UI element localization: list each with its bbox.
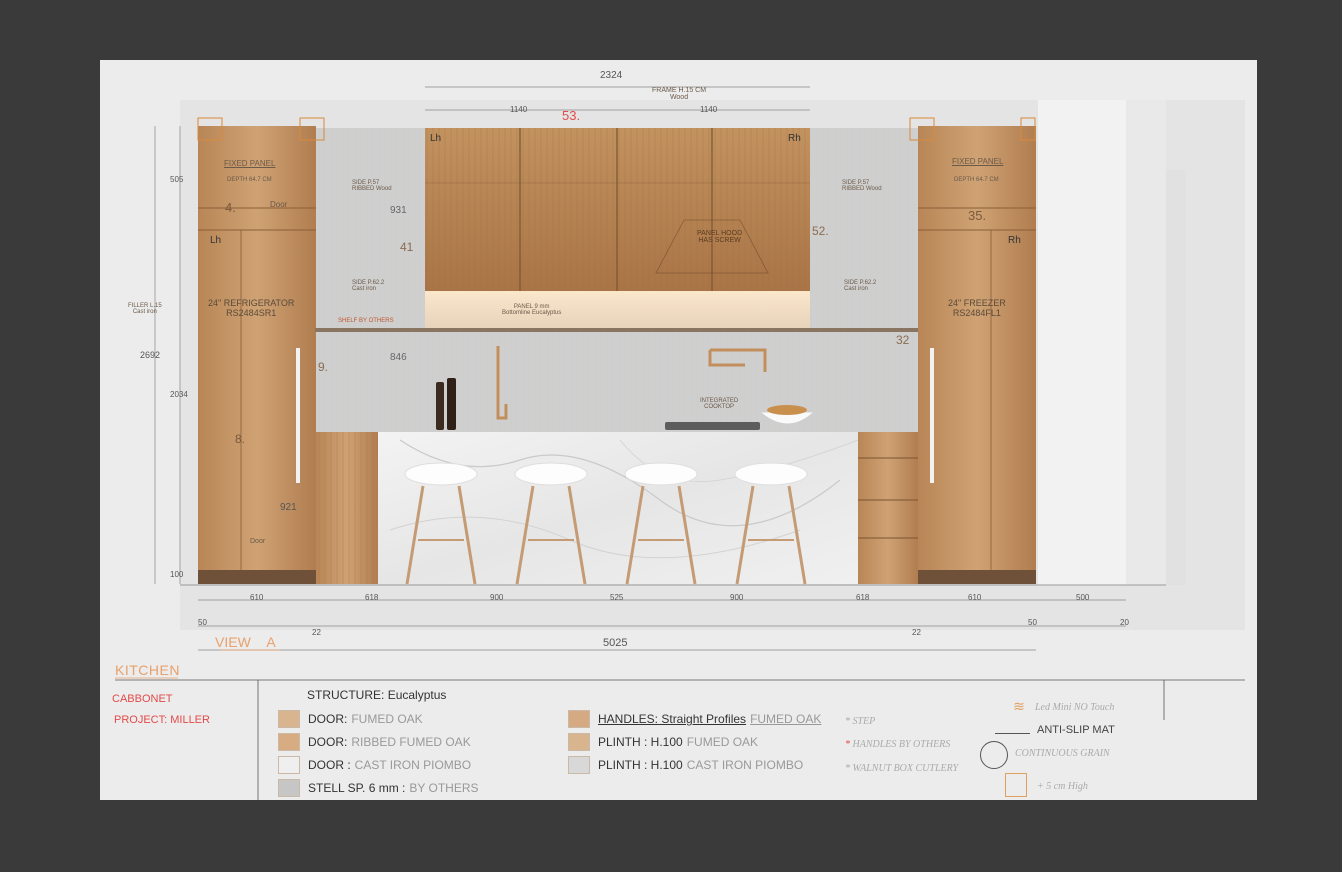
legend-plinth-oak: PLINTH : H.100 FUMED OAK — [568, 733, 758, 751]
freezer-label: 24" FREEZER RS2484FL1 — [948, 298, 1006, 318]
small-dim-1: 50 — [198, 618, 207, 627]
upper-mark: 53. — [562, 108, 581, 123]
side-right-lower-label: SIDE P.62.2 Cast iron — [844, 280, 877, 292]
note-handles: * HANDLES BY OTHERS — [845, 739, 951, 750]
side-right-upper-label: SIDE P.57 RIBBED Wood — [842, 180, 882, 192]
freezer-handle — [930, 348, 934, 483]
filler-label: FILLER L.15 Cast iron — [128, 303, 162, 315]
right-depth-label: DEPTH 64.7 CM — [954, 177, 999, 183]
mark-52: 52. — [812, 224, 829, 238]
legend-door-fumed-oak: DOOR: FUMED OAK — [278, 710, 423, 728]
company-name: CABBONET — [112, 693, 173, 705]
height-upper-dim: 505 — [170, 175, 184, 184]
dim-931: 931 — [390, 205, 407, 216]
small-dim-5: 20 — [1120, 618, 1129, 627]
led-icon: ≋ — [1013, 698, 1025, 714]
swatch-ribbed-oak — [278, 733, 300, 751]
left-hinge-label: Lh — [210, 235, 222, 246]
bottom-dim-1: 610 — [250, 593, 264, 602]
note-step: * STEP — [845, 716, 876, 727]
refrigerator-handle — [296, 348, 300, 483]
right-mark: 35. — [968, 208, 987, 223]
legend-handles: HANDLES: Straight Profiles FUMED OAK — [568, 710, 821, 728]
legend-grain: CONTINUOUS GRAIN — [1015, 748, 1110, 759]
frame-note: FRAME H.15 CM Wood — [652, 87, 707, 101]
room-title: KITCHEN — [115, 662, 180, 678]
high-box-icon — [1005, 773, 1027, 797]
note-cutlery: * WALNUT BOX CUTLERY — [845, 763, 959, 774]
marble-island — [378, 432, 858, 584]
mark-9: 9. — [318, 360, 329, 374]
height-lower-dim: 2034 — [170, 390, 188, 399]
grain-circle-icon — [980, 741, 1008, 769]
bottom-dim-6: 618 — [856, 593, 870, 602]
drawing-sheet: 2324 FRAME H.15 CM Wood 1140 1140 53. FI… — [100, 60, 1257, 800]
right-base-cabinet — [858, 432, 918, 584]
bottom-dim-7: 610 — [968, 593, 982, 602]
swatch-steel — [278, 779, 300, 797]
legend-led: Led Mini NO Touch — [1035, 702, 1115, 713]
kitchen-elevation-render — [115, 86, 1245, 800]
bottom-dim-3: 900 — [490, 593, 504, 602]
side-left-lower-label: SIDE P.62.2 Cast iron — [352, 280, 385, 292]
swatch-plinth-oak — [568, 733, 590, 751]
shelf — [315, 328, 918, 332]
legend-plinth-cast-iron: PLINTH : H.100 CAST IRON PIOMBO — [568, 756, 803, 774]
small-dim-3: 22 — [912, 628, 921, 637]
swatch-fumed-oak — [278, 710, 300, 728]
bottom-dim-8: 500 — [1076, 593, 1090, 602]
side-left-upper-label: SIDE P.57 RIBBED Wood — [352, 180, 392, 192]
legend-high: + 5 cm High — [1037, 781, 1088, 792]
height-total-dim: 2692 — [140, 350, 161, 360]
view-label: VIEW A — [215, 634, 276, 650]
legend-door-cast-iron: DOOR : CAST IRON PIOMBO — [278, 756, 471, 774]
led-panel-label: PANEL 9 mm Bottomline Eucalyptus — [502, 304, 562, 316]
dim-846: 846 — [390, 352, 407, 363]
left-fixed-panel-label: FIXED PANEL — [224, 159, 276, 168]
right-tall-cabinet — [918, 126, 1036, 584]
upper-left-width-dim: 1140 — [510, 105, 528, 114]
legend-door-ribbed: DOOR: RIBBED FUMED OAK — [278, 733, 471, 751]
swatch-plinth-cast-iron — [568, 756, 590, 774]
legend-mat: ANTI-SLIP MAT — [1037, 724, 1115, 736]
left-mark-2: 8. — [235, 432, 246, 446]
side-wall — [1038, 100, 1126, 585]
left-depth-label: DEPTH 64.7 CM — [227, 177, 272, 183]
left-door-bottom-label: Door — [250, 538, 266, 545]
panel-hood-label: PANEL HOOD HAS SCREW — [697, 230, 743, 244]
bottom-dim-5: 900 — [730, 593, 744, 602]
right-fixed-panel-label: FIXED PANEL — [952, 157, 1004, 166]
left-door-top-label: Door — [270, 200, 288, 209]
upper-right-hinge: Rh — [788, 133, 801, 144]
project-name: PROJECT: MILLER — [114, 714, 210, 726]
shelf-note: SHELF BY OTHERS — [338, 318, 394, 324]
right-hinge-label: Rh — [1008, 235, 1021, 246]
legend-steel: STELL SP. 6 mm : BY OTHERS — [278, 779, 479, 797]
bottom-dim-2: 618 — [365, 593, 379, 602]
bottom-dim-4: 525 — [610, 593, 624, 602]
swatch-handles — [568, 710, 590, 728]
refrigerator-label: 24" REFRIGERATOR RS2484SR1 — [208, 298, 295, 318]
left-dim-921: 921 — [280, 502, 297, 513]
overall-bottom-dim: 5025 — [603, 637, 628, 649]
mat-line-icon — [995, 733, 1030, 734]
small-dim-2: 22 — [312, 628, 321, 637]
structure-line: STRUCTURE: Eucalyptus — [307, 688, 447, 702]
cooktop-label: INTEGRATED COOKTOP — [700, 398, 739, 410]
mark-32: 32 — [896, 333, 910, 347]
led-underlight — [425, 291, 810, 329]
swatch-cast-iron — [278, 756, 300, 774]
mark-41: 41 — [400, 240, 414, 254]
height-plinth-dim: 100 — [170, 570, 184, 579]
left-mark: 4. — [225, 200, 236, 215]
small-dim-4: 50 — [1028, 618, 1037, 627]
overall-width-dim: 2324 — [600, 70, 623, 81]
upper-right-width-dim: 1140 — [700, 105, 718, 114]
upper-left-hinge: Lh — [430, 133, 442, 144]
